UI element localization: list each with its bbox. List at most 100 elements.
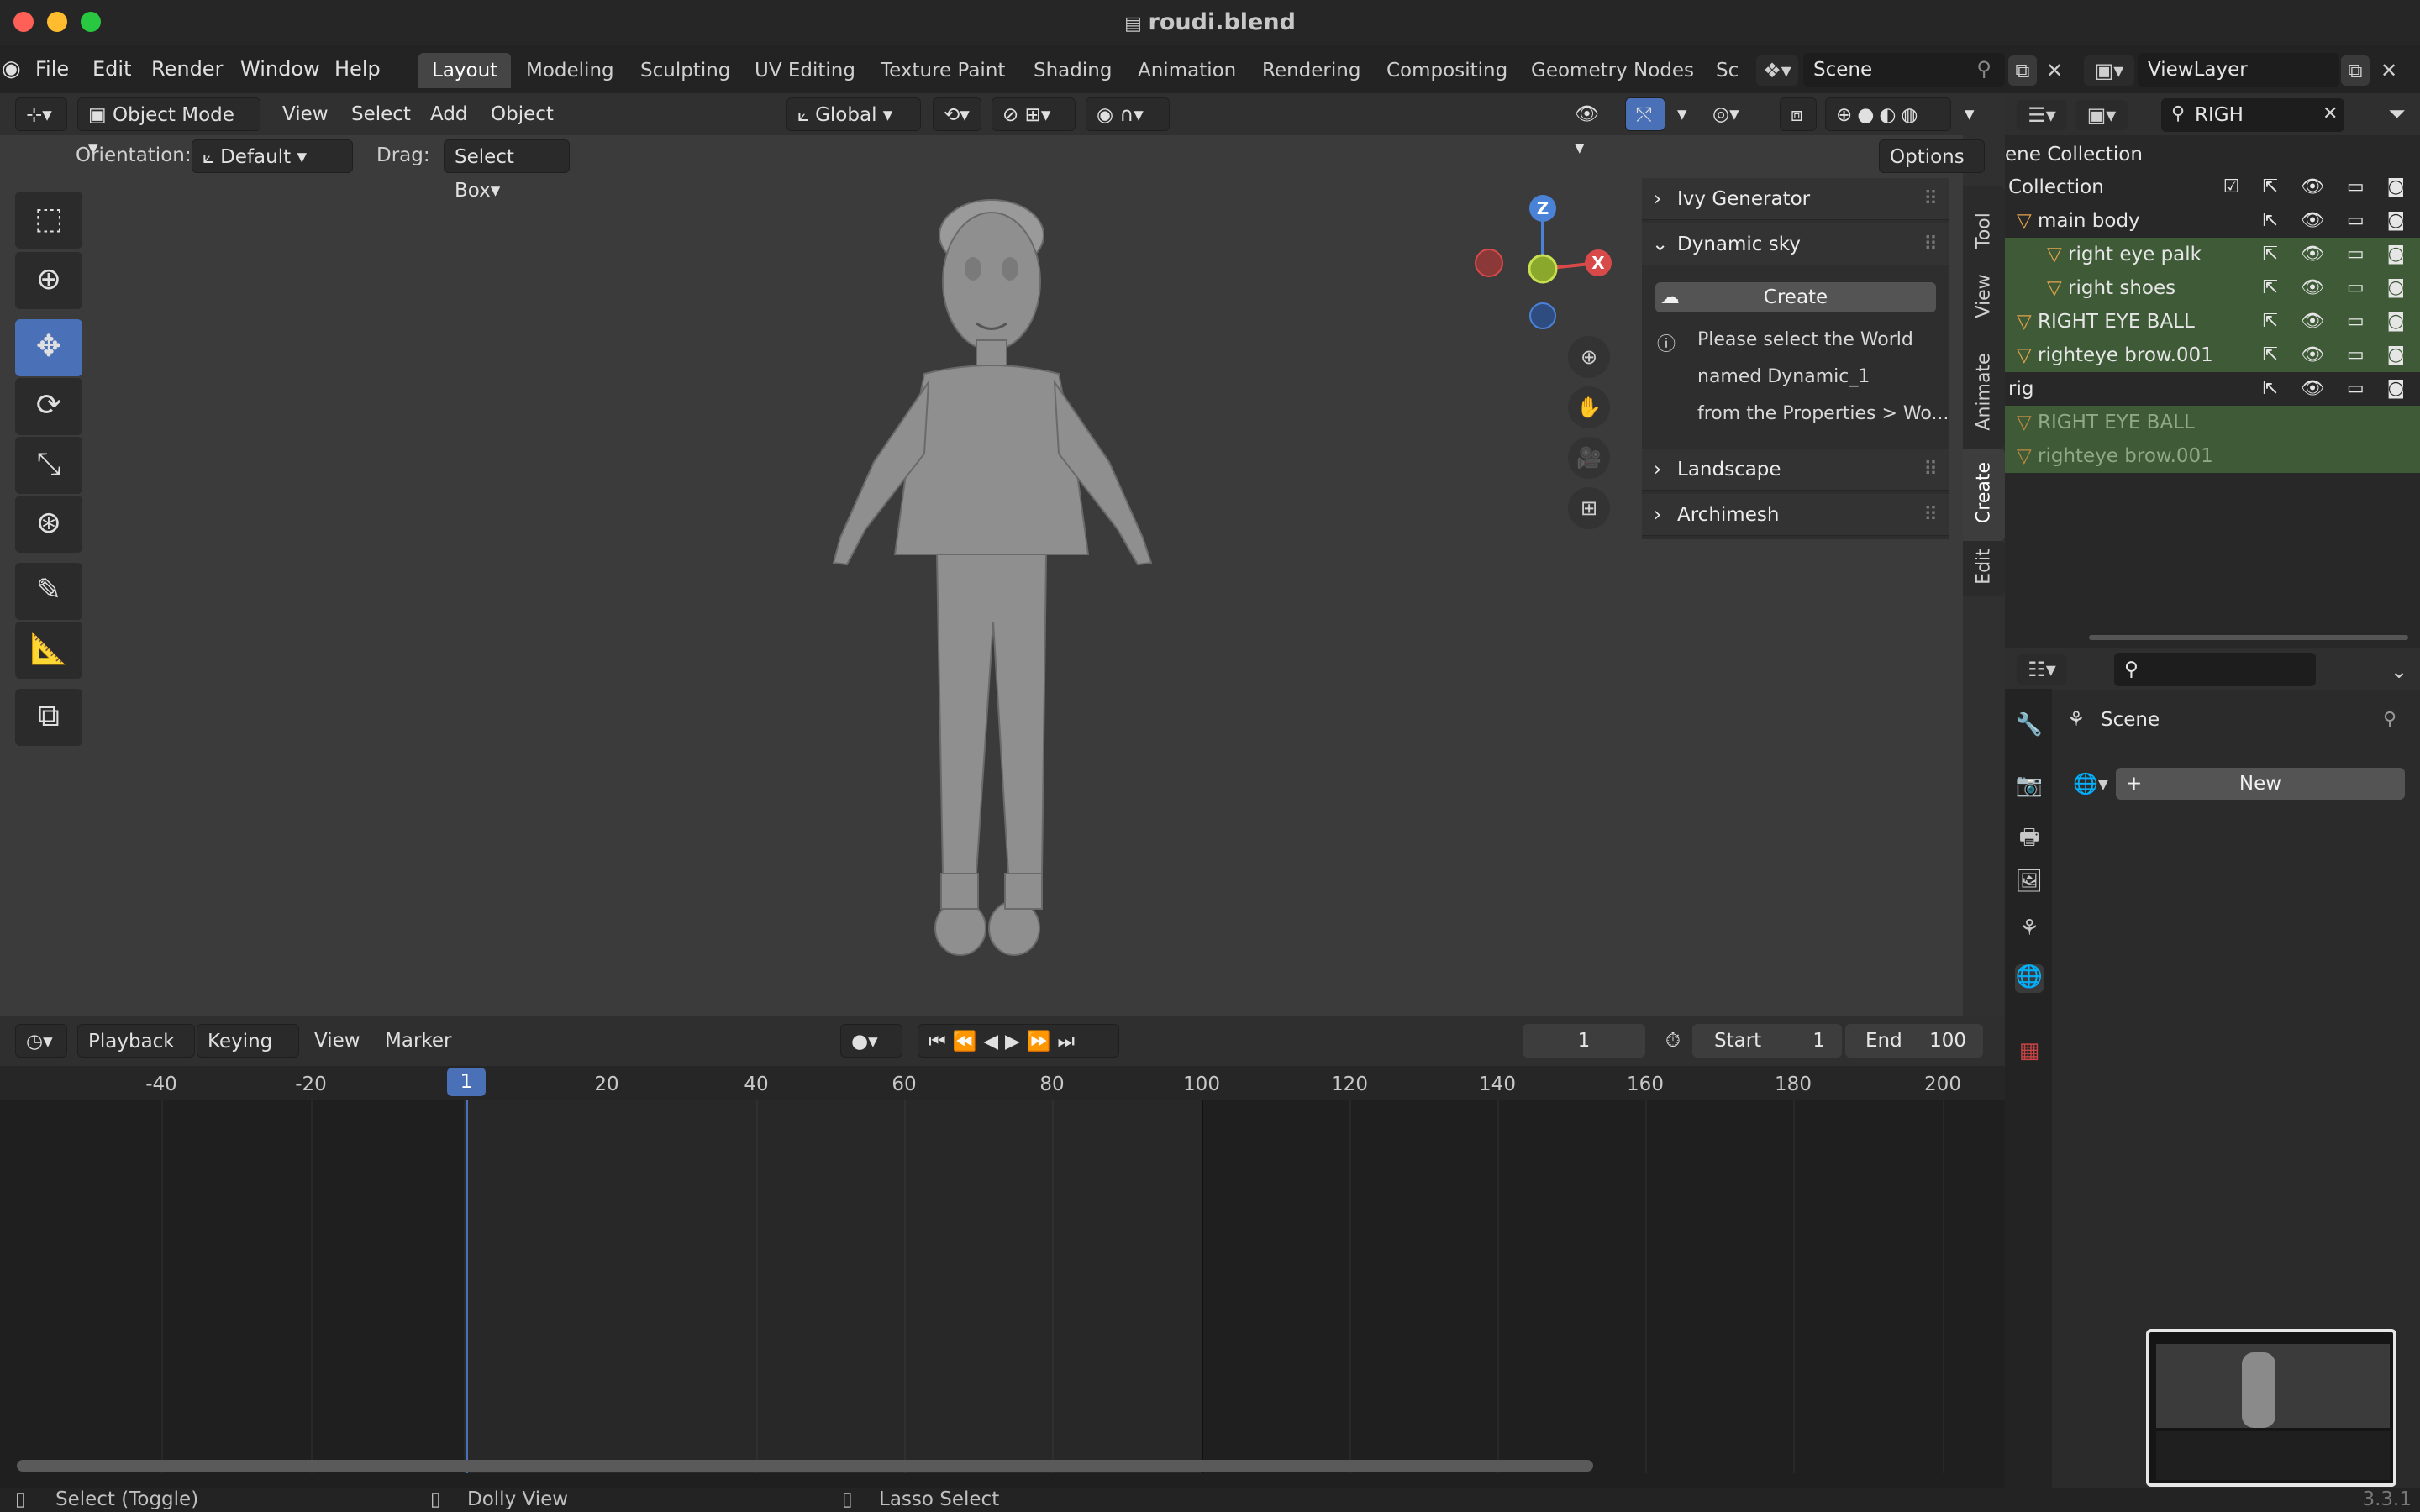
viewport-menu-view[interactable]: View	[272, 97, 339, 131]
pivot-point-icon[interactable]: ⟲▾	[933, 97, 981, 131]
menu-help[interactable]: Help	[334, 45, 381, 93]
row-toggle-icons[interactable]: ⇱ 👁 ▭ ◙	[2263, 305, 2413, 339]
drag-handle-icon[interactable]: ⠿	[1923, 449, 1938, 491]
timeline-editor-type-icon[interactable]: ◷▾	[15, 1024, 67, 1058]
row-toggle-icons[interactable]: ☑ ⇱ 👁 ▭ ◙	[2223, 171, 2413, 204]
shading-dropdown-icon[interactable]: ▾	[1954, 97, 1980, 131]
outliner-row-main-body[interactable]: ▽ main body ⇱ 👁 ▭ ◙	[2005, 204, 2420, 238]
drag-dropdown[interactable]: Select Box▾	[444, 139, 570, 202]
playback-controls-icons[interactable]: ⏮⏪◀▶⏩⏭	[918, 1024, 1119, 1058]
row-toggle-icons[interactable]: ⇱ 👁 ▭ ◙	[2263, 271, 2413, 305]
select-box-tool-icon[interactable]: ⬚	[15, 192, 82, 249]
xray-icon[interactable]: ⧈	[1780, 97, 1817, 131]
tab-scripting[interactable]: Sc	[1702, 53, 1752, 88]
add-cube-tool-icon[interactable]: ⧉	[15, 689, 82, 746]
texture-properties-icon[interactable]: ▦	[2015, 1038, 2044, 1067]
tab-shading[interactable]: Shading	[1020, 53, 1125, 88]
timeline-scrollbar[interactable]	[17, 1460, 1593, 1472]
transform-tool-icon[interactable]: ⊛	[15, 496, 82, 553]
outliner-row-right-eye-palk[interactable]: ▽ right eye palk ⇱ 👁 ▭ ◙	[2005, 238, 2420, 271]
camera-view-icon[interactable]: 🎥	[1568, 437, 1610, 479]
keying-menu[interactable]: Keying ▾	[197, 1024, 299, 1086]
proportional-editing-icon[interactable]: ◉ ∩▾	[1086, 97, 1170, 131]
tool-settings-icon[interactable]: 🔧	[2015, 712, 2044, 741]
outliner-row-rig-right-eye-ball[interactable]: ▽ RIGHT EYE BALL	[2005, 406, 2420, 439]
drag-handle-icon[interactable]: ⠿	[1923, 178, 1938, 220]
panel-dynamic-sky[interactable]: ⌄ Dynamic sky ⠿	[1642, 223, 1949, 265]
menu-window[interactable]: Window	[240, 45, 320, 93]
properties-options-icon[interactable]: ⌄	[2386, 659, 2412, 683]
display-mode-icon[interactable]: ▣▾	[2075, 100, 2128, 130]
gizmo-dropdown-icon[interactable]: ▾	[1667, 97, 1692, 131]
scale-tool-icon[interactable]: ⤡	[15, 437, 82, 494]
gizmo-toggle-icon[interactable]: ⤲	[1625, 97, 1665, 131]
sidebar-tab-edit[interactable]: Edit	[1963, 541, 2005, 596]
drag-handle-icon[interactable]: ⠿	[1923, 223, 1938, 265]
properties-editor-type-icon[interactable]: ☷▾	[2017, 654, 2067, 685]
properties-search-input[interactable]: ⚲	[2114, 653, 2316, 686]
zoom-icon[interactable]: ⊕	[1568, 336, 1610, 378]
new-world-button[interactable]: + New	[2116, 768, 2405, 800]
overlays-icon[interactable]: ◎▾	[1702, 97, 1754, 131]
rotate-tool-icon[interactable]: ⟳	[15, 378, 82, 435]
pan-hand-icon[interactable]: ✋	[1568, 386, 1610, 428]
outliner-search-input[interactable]: RIGH	[2161, 98, 2344, 132]
world-properties-icon[interactable]: 🌐	[2015, 964, 2044, 993]
sidebar-tab-view[interactable]: View	[1963, 252, 2005, 344]
view-layer-properties-icon[interactable]: 🖼	[2015, 869, 2044, 897]
outliner-scrollbar[interactable]	[2089, 635, 2408, 640]
panel-archimesh[interactable]: › Archimesh ⠿	[1642, 494, 1949, 536]
transform-orientation-dropdown[interactable]: ⟀ Global ▾	[786, 97, 921, 131]
menu-file[interactable]: File	[35, 45, 69, 93]
end-frame-field[interactable]: End 100	[1845, 1024, 1983, 1058]
pin-icon[interactable]: ⚲	[2383, 709, 2396, 730]
row-toggle-icons[interactable]: ⇱ 👁 ▭ ◙	[2263, 339, 2413, 372]
outliner-row-right-eye-ball[interactable]: ▽ RIGHT EYE BALL ⇱ 👁 ▭ ◙	[2005, 305, 2420, 339]
snap-icon[interactable]: ⊘ ⊞▾	[992, 97, 1076, 131]
pin-icon[interactable]: ⚲	[1971, 57, 1996, 81]
auto-keying-icon[interactable]: ●▾	[840, 1024, 902, 1058]
playback-menu[interactable]: Playback ▾	[77, 1024, 195, 1086]
outliner-row-collection[interactable]: Collection ☑ ⇱ 👁 ▭ ◙	[2005, 171, 2420, 204]
outliner-scene-collection[interactable]: ene Collection	[2005, 138, 2420, 171]
row-toggle-icons[interactable]: ⇱ 👁 ▭ ◙	[2263, 204, 2413, 238]
current-frame-field[interactable]: 1	[1523, 1024, 1645, 1058]
output-properties-icon[interactable]: 🖶	[2015, 822, 2044, 850]
menu-render[interactable]: Render	[151, 45, 223, 93]
row-toggle-icons[interactable]: ⇱ 👁 ▭ ◙	[2263, 238, 2413, 271]
outliner-row-rig[interactable]: rig ⇱ 👁 ▭ ◙	[2005, 372, 2420, 406]
new-scene-icon[interactable]: ⧉	[2008, 55, 2037, 86]
start-frame-field[interactable]: Start 1	[1692, 1024, 1842, 1058]
perspective-grid-icon[interactable]: ⊞	[1568, 487, 1610, 529]
row-toggle-icons[interactable]: ⇱ 👁 ▭ ◙	[2263, 372, 2413, 406]
menu-edit[interactable]: Edit	[92, 45, 131, 93]
playhead-line[interactable]	[466, 1100, 468, 1473]
sidebar-tab-animate[interactable]: Animate	[1963, 339, 2005, 449]
viewport-menu-add[interactable]: Add	[420, 97, 478, 131]
cursor-tool-icon[interactable]: ⊕	[15, 252, 82, 309]
shading-mode-icons[interactable]: ⊕●◐◍	[1825, 97, 1951, 131]
tab-rendering[interactable]: Rendering	[1249, 53, 1374, 88]
navigation-gizmo[interactable]: Z X	[1462, 185, 1613, 336]
render-properties-icon[interactable]: 📷	[2015, 773, 2044, 801]
tab-sculpting[interactable]: Sculpting	[627, 53, 744, 88]
scene-properties-icon[interactable]: ⚘	[2015, 916, 2044, 944]
outliner-row-rig-righteye-brow[interactable]: ▽ righteye brow.001	[2005, 439, 2420, 473]
editor-type-icon[interactable]: ⊹▾	[15, 97, 67, 131]
mode-dropdown[interactable]: ▣ Object Mode ▾	[77, 97, 260, 160]
outliner-row-right-shoes[interactable]: ▽ right shoes ⇱ 👁 ▭ ◙	[2005, 271, 2420, 305]
drag-handle-icon[interactable]: ⠿	[1923, 494, 1938, 536]
tab-geometry-nodes[interactable]: Geometry Nodes	[1518, 53, 1707, 88]
character-model[interactable]	[756, 185, 1227, 966]
tab-layout[interactable]: Layout	[418, 53, 512, 88]
delete-view-layer-icon[interactable]: ✕	[2376, 55, 2402, 86]
panel-landscape[interactable]: › Landscape ⠿	[1642, 449, 1949, 491]
move-tool-icon[interactable]: ✥	[15, 319, 82, 376]
tab-texture-paint[interactable]: Texture Paint	[867, 53, 1018, 88]
new-view-layer-icon[interactable]: ⧉	[2341, 55, 2370, 86]
options-dropdown[interactable]: Options ▾	[1879, 139, 1985, 202]
blender-logo-icon[interactable]: ◉	[2, 45, 21, 93]
outliner-editor-type-icon[interactable]: ☰▾	[2017, 100, 2067, 130]
clear-search-icon[interactable]: ✕	[2323, 103, 2338, 124]
tab-animation[interactable]: Animation	[1124, 53, 1249, 88]
